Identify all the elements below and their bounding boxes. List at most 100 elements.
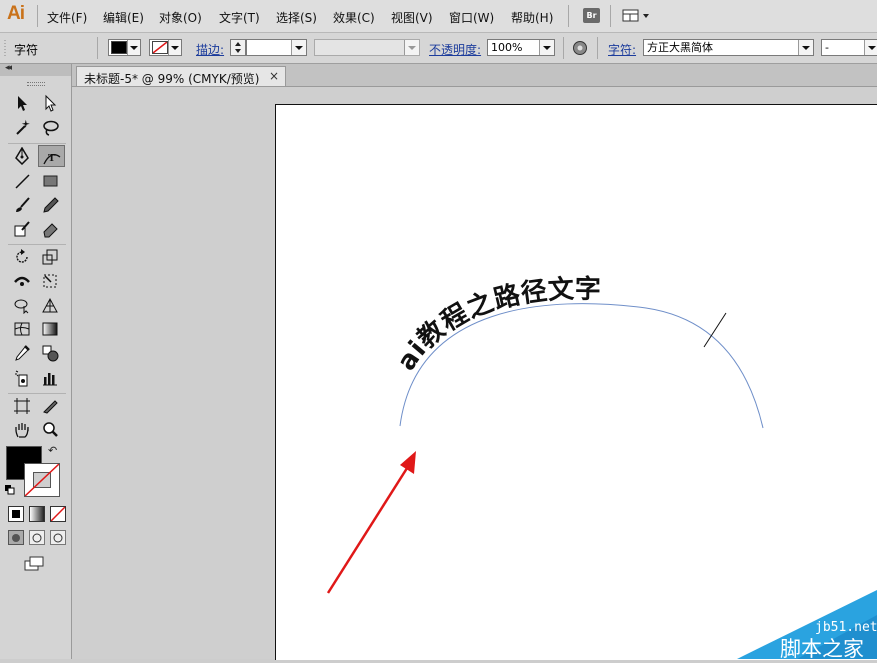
blend-tool[interactable] <box>38 342 62 364</box>
menu-effect[interactable]: 效果(C) <box>333 9 375 26</box>
eraser-tool[interactable] <box>38 218 62 240</box>
menu-object[interactable]: 对象(O) <box>159 9 202 26</box>
selection-tool[interactable] <box>10 92 34 114</box>
svg-text:T: T <box>48 152 56 164</box>
opacity-value: 100% <box>491 41 523 54</box>
stroke-link[interactable]: 描边: <box>196 43 224 57</box>
blob-brush-icon <box>14 221 30 237</box>
chevron-down-icon[interactable] <box>291 40 306 55</box>
none-mode-button[interactable] <box>50 506 66 522</box>
stroke-weight-field[interactable] <box>246 39 307 56</box>
perspective-grid-tool[interactable] <box>38 294 62 316</box>
symbol-sprayer-tool[interactable] <box>10 367 34 389</box>
gradient-tool[interactable] <box>38 318 62 340</box>
menu-file[interactable]: 文件(F) <box>47 9 87 26</box>
type-on-path-tool[interactable]: T <box>38 145 65 167</box>
rectangle-tool[interactable] <box>38 170 62 192</box>
selection-arrow-icon <box>18 96 27 111</box>
scale-tool[interactable] <box>38 246 62 268</box>
control-bar: 字符 描边: 不透明度: 100% 字符: 方正大黑简体 - <box>0 33 877 64</box>
pen-tool[interactable] <box>10 145 34 167</box>
gradient-mode-button[interactable] <box>29 506 45 522</box>
control-divider <box>97 37 98 59</box>
document-tab-title: 未标题-5* @ 99% (CMYK/预览) <box>84 72 260 86</box>
menu-type[interactable]: 文字(T) <box>219 9 260 26</box>
magic-wand-tool[interactable] <box>10 117 34 139</box>
menu-edit[interactable]: 编辑(E) <box>103 9 144 26</box>
document-tab[interactable]: 未标题-5* @ 99% (CMYK/预览) × <box>76 66 286 86</box>
font-family-dropdown[interactable]: 方正大黑简体 <box>643 39 814 56</box>
menu-window[interactable]: 窗口(W) <box>449 9 494 26</box>
character-label[interactable]: 字符: <box>608 41 636 58</box>
variable-width-dropdown[interactable] <box>314 39 420 56</box>
symbol-sprayer-icon <box>15 370 28 387</box>
width-tool[interactable] <box>10 270 34 292</box>
stroke-weight-spinner[interactable] <box>230 39 246 56</box>
path-text-content: ai教程之路径文字 <box>392 273 602 376</box>
bridge-button[interactable]: Br <box>583 8 600 23</box>
menu-view[interactable]: 视图(V) <box>391 9 433 26</box>
menu-divider <box>610 5 611 27</box>
text-cursor-handle[interactable] <box>703 312 727 348</box>
blend-icon <box>42 345 59 362</box>
pencil-icon <box>43 197 59 213</box>
stroke-none-swatch <box>152 41 168 54</box>
lasso-tool[interactable] <box>38 117 62 139</box>
rotate-tool[interactable] <box>10 246 34 268</box>
stroke-color-box[interactable] <box>24 463 60 497</box>
chevron-down-icon[interactable] <box>539 40 554 55</box>
rotate-icon <box>16 249 28 263</box>
direct-selection-arrow-icon <box>45 94 57 112</box>
chevron-down-icon[interactable] <box>864 40 877 55</box>
magic-wand-icon <box>16 119 30 135</box>
blob-brush-tool[interactable] <box>10 218 34 240</box>
stroke-color-dropdown[interactable] <box>149 39 182 56</box>
mesh-icon <box>14 322 30 336</box>
column-graph-tool[interactable] <box>38 367 62 389</box>
menu-help[interactable]: 帮助(H) <box>511 9 553 26</box>
close-icon[interactable]: × <box>269 69 279 83</box>
character-link[interactable]: 字符: <box>608 43 636 57</box>
type-on-path-icon: T <box>43 152 61 165</box>
artwork-svg: ai教程之路径文字 <box>326 273 764 594</box>
mesh-tool[interactable] <box>10 318 34 340</box>
control-divider <box>563 37 564 59</box>
free-transform-tool[interactable] <box>38 270 62 292</box>
shape-builder-tool[interactable] <box>10 294 34 316</box>
recolor-artwork-icon[interactable] <box>572 40 588 56</box>
opacity-label[interactable]: 不透明度: <box>429 41 481 58</box>
zoom-tool[interactable] <box>38 419 62 441</box>
menu-select[interactable]: 选择(S) <box>276 9 317 26</box>
draw-normal-button[interactable] <box>8 530 24 545</box>
scale-icon <box>42 249 58 265</box>
fill-color-dropdown[interactable] <box>108 39 141 56</box>
screen-mode-button[interactable] <box>24 556 46 571</box>
artboard[interactable]: ai教程之路径文字 <box>275 104 877 660</box>
menu-divider <box>568 5 569 27</box>
panel-grip[interactable] <box>27 82 45 86</box>
direct-selection-tool[interactable] <box>38 92 62 114</box>
draw-behind-button[interactable] <box>29 530 45 545</box>
opacity-link[interactable]: 不透明度: <box>429 43 481 57</box>
canvas-area[interactable]: ai教程之路径文字 <box>72 87 877 660</box>
color-mode-button[interactable] <box>8 506 24 522</box>
screen-mode-icon <box>24 556 44 571</box>
swap-fill-stroke-icon[interactable]: ↶ <box>48 444 57 457</box>
chevron-down-icon[interactable] <box>798 40 813 55</box>
font-style-dropdown[interactable]: - <box>821 39 877 56</box>
default-fill-stroke-icon[interactable] <box>5 484 15 495</box>
hand-tool[interactable] <box>10 419 34 441</box>
opacity-field[interactable]: 100% <box>487 39 555 56</box>
stroke-label[interactable]: 描边: <box>196 41 224 58</box>
collapse-arrows-icon[interactable]: ◂◂ <box>5 63 12 73</box>
pencil-tool[interactable] <box>38 194 62 216</box>
eyedropper-tool[interactable] <box>10 342 34 364</box>
app-logo: Ai <box>7 3 25 24</box>
artboard-tool[interactable] <box>10 395 34 417</box>
line-segment-tool[interactable] <box>10 170 34 192</box>
path-text[interactable]: ai教程之路径文字 <box>392 273 602 376</box>
paintbrush-tool[interactable] <box>10 194 34 216</box>
workspace-switcher-button[interactable] <box>622 8 652 23</box>
draw-inside-button[interactable] <box>50 530 66 545</box>
slice-tool[interactable] <box>38 395 62 417</box>
